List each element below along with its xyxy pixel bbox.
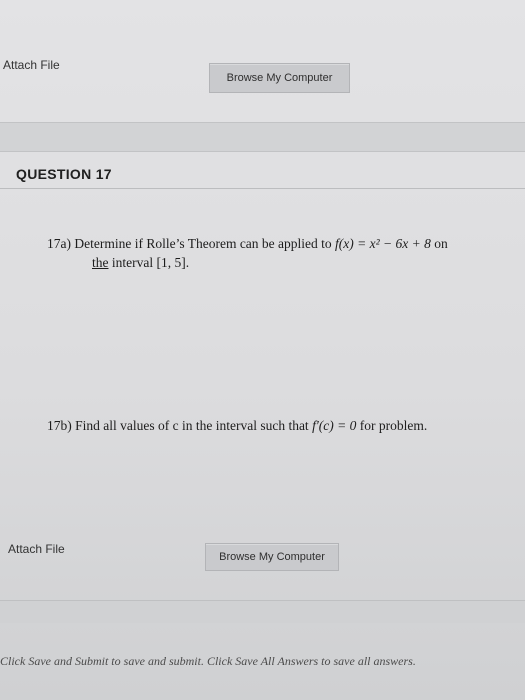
footer-band: [0, 600, 525, 623]
question-17a-suffix: on: [430, 236, 448, 251]
question-17a-interval: interval [1, 5].: [108, 255, 190, 270]
question-17a-line2: the interval [1, 5].: [92, 255, 189, 271]
question-17a-the: the: [92, 255, 109, 270]
question-17a-line1: 17a) Determine if Rolle’s Theorem can be…: [47, 236, 448, 252]
question-17b-suffix: for problem.: [356, 418, 428, 433]
browse-my-computer-button-bottom[interactable]: Browse My Computer: [205, 543, 339, 571]
question-17b-text: 17b) Find all values of c in the interva…: [47, 418, 427, 434]
question-title: QUESTION 17: [16, 166, 112, 182]
page: Attach File Browse My Computer QUESTION …: [0, 0, 525, 700]
browse-my-computer-button[interactable]: Browse My Computer: [209, 63, 350, 93]
attach-file-label: Attach File: [3, 58, 60, 72]
section-divider: [0, 188, 525, 189]
derivative-expression: f′(c) = 0: [312, 418, 357, 433]
footer-instructions: Click Save and Submit to save and submit…: [0, 654, 416, 668]
question-17b-prefix: 17b) Find all values of c in the interva…: [47, 418, 313, 433]
function-expression: f(x) = x² − 6x + 8: [335, 236, 431, 251]
question-17a-prefix: 17a) Determine if Rolle’s Theorem can be…: [47, 236, 336, 251]
divider-band: [0, 122, 525, 152]
attach-file-label-bottom: Attach File: [8, 542, 65, 556]
